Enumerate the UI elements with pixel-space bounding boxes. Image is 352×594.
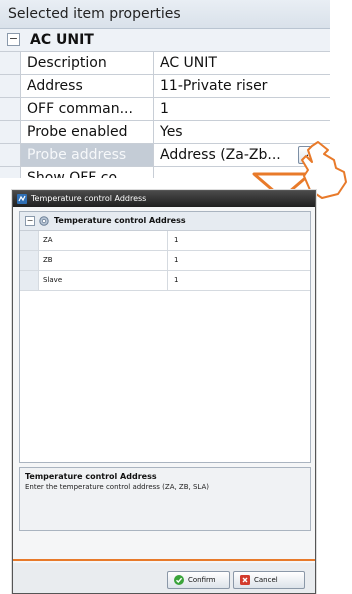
cancel-button[interactable]: Cancel xyxy=(233,571,305,589)
dialog-footer: Confirm Cancel xyxy=(13,563,315,593)
dialog-property-value[interactable]: 1 xyxy=(168,251,310,270)
dialog-property-grid: − Temperature control Address ZA 1 ZB 1 … xyxy=(19,211,311,463)
property-name: Probe enabled xyxy=(21,121,154,143)
check-icon xyxy=(174,575,184,585)
app-icon xyxy=(17,194,27,204)
description-text: Enter the temperature control address (Z… xyxy=(25,483,210,491)
description-title: Temperature control Address xyxy=(25,472,157,481)
dialog-row-slave[interactable]: Slave 1 xyxy=(20,271,310,291)
confirm-label: Confirm xyxy=(188,576,216,584)
properties-panel-title: Selected item properties xyxy=(0,0,330,29)
collapse-toggle[interactable]: − xyxy=(25,216,35,226)
property-row-description[interactable]: Description AC UNIT xyxy=(0,52,330,75)
dialog-property-value[interactable]: 1 xyxy=(168,271,310,290)
gear-icon xyxy=(39,216,49,226)
dialog-title: Temperature control Address xyxy=(31,194,147,203)
dialog-category-label: Temperature control Address xyxy=(54,216,186,225)
property-name: Show OFF co... xyxy=(21,167,154,178)
confirm-button[interactable]: Confirm xyxy=(167,571,230,589)
dialog-property-name: Slave xyxy=(39,271,168,290)
property-value[interactable]: 1 xyxy=(154,98,330,120)
property-row-address[interactable]: Address 11-Private riser xyxy=(0,75,330,98)
category-ac-unit[interactable]: − AC UNIT xyxy=(0,29,330,52)
dialog-property-name: ZA xyxy=(39,231,168,250)
close-icon xyxy=(240,575,250,585)
property-name: Address xyxy=(21,75,154,97)
temperature-control-dialog: Temperature control Address − Temperatur… xyxy=(12,190,316,594)
property-value[interactable]: AC UNIT xyxy=(154,52,330,74)
description-panel: Temperature control Address Enter the te… xyxy=(19,467,311,531)
dialog-row-za[interactable]: ZA 1 xyxy=(20,231,310,251)
dialog-titlebar[interactable]: Temperature control Address xyxy=(13,191,315,207)
dialog-property-name: ZB xyxy=(39,251,168,270)
property-name: Probe address xyxy=(21,144,154,166)
property-row-off-command[interactable]: OFF comman... 1 xyxy=(0,98,330,121)
category-label: AC UNIT xyxy=(30,32,94,48)
footer-divider xyxy=(13,559,315,561)
dialog-row-zb[interactable]: ZB 1 xyxy=(20,251,310,271)
property-name: OFF comman... xyxy=(21,98,154,120)
cancel-label: Cancel xyxy=(254,576,278,584)
property-value[interactable]: 11-Private riser xyxy=(154,75,330,97)
dialog-property-value[interactable]: 1 xyxy=(168,231,310,250)
dialog-category[interactable]: − Temperature control Address xyxy=(20,212,310,231)
collapse-toggle[interactable]: − xyxy=(7,33,20,46)
property-name: Description xyxy=(21,52,154,74)
